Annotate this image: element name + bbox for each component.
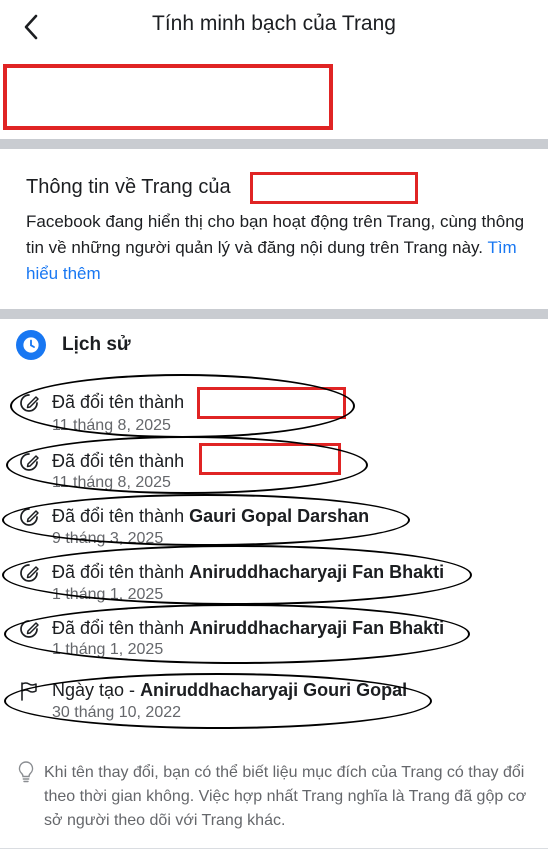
lightbulb-icon [16, 760, 36, 784]
history-item-prefix: Đã đổi tên thành [52, 506, 185, 526]
page-info-description: Facebook đang hiển thị cho bạn hoạt động… [26, 209, 531, 287]
page-info-title: Thông tin về Trang của [26, 176, 231, 199]
top-bar: Tính minh bạch của Trang [0, 0, 548, 52]
section-divider [0, 309, 548, 319]
redacted-name [197, 387, 346, 419]
rename-icon [16, 616, 42, 642]
history-item-date: 11 tháng 8, 2025 [52, 417, 171, 434]
rename-icon [16, 449, 42, 475]
history-title: Lịch sử [62, 334, 131, 355]
flag-icon [16, 678, 42, 704]
history-header: Lịch sử [16, 330, 131, 360]
history-item-date: 30 tháng 10, 2022 [52, 704, 182, 721]
history-item-date: 9 tháng 3, 2025 [52, 530, 164, 547]
redacted-page-name [3, 64, 333, 130]
rename-icon [16, 390, 42, 416]
rename-icon [16, 560, 42, 586]
section-divider [0, 139, 548, 149]
history-item-text: Đã đổi tên thành [52, 451, 184, 472]
history-item-name: Gauri Gopal Darshan [189, 506, 370, 526]
history-item-prefix: Đã đổi tên thành [52, 562, 185, 582]
history-item-date: 11 tháng 8, 2025 [52, 474, 171, 491]
clock-icon [16, 330, 46, 360]
history-item-text: Ngày tạo - Aniruddhacharyaji Gouri Gopal [52, 680, 407, 701]
history-item-prefix: Ngày tạo - [52, 680, 136, 700]
page-title: Tính minh bạch của Trang [152, 12, 396, 35]
history-item-date: 1 tháng 1, 2025 [52, 641, 164, 658]
history-item-name: Aniruddhacharyaji Gouri Gopal [140, 680, 408, 700]
history-item-name: Aniruddhacharyaji Fan Bhakti [189, 618, 445, 638]
bottom-divider [0, 848, 548, 849]
history-item-text: Đã đổi tên thành [52, 392, 184, 413]
redacted-name [199, 443, 341, 475]
tip-text: Khi tên thay đổi, bạn có thể biết liệu m… [44, 764, 527, 829]
history-item-text: Đã đổi tên thành Gauri Gopal Darshan [52, 506, 369, 527]
description-text: Facebook đang hiển thị cho bạn hoạt động… [26, 212, 525, 257]
history-item-prefix: Đã đổi tên thành [52, 618, 185, 638]
history-item-name: Aniruddhacharyaji Fan Bhakti [189, 562, 445, 582]
history-item-text: Đã đổi tên thành Aniruddhacharyaji Fan B… [52, 618, 444, 639]
rename-icon [16, 504, 42, 530]
history-item-prefix: Đã đổi tên thành [52, 392, 185, 412]
history-item-prefix: Đã đổi tên thành [52, 451, 185, 471]
redacted-page-owner [250, 172, 418, 204]
history-item-date: 1 tháng 1, 2025 [52, 586, 164, 603]
history-item-text: Đã đổi tên thành Aniruddhacharyaji Fan B… [52, 562, 444, 583]
page-info-title-text: Thông tin về Trang của [26, 176, 231, 198]
